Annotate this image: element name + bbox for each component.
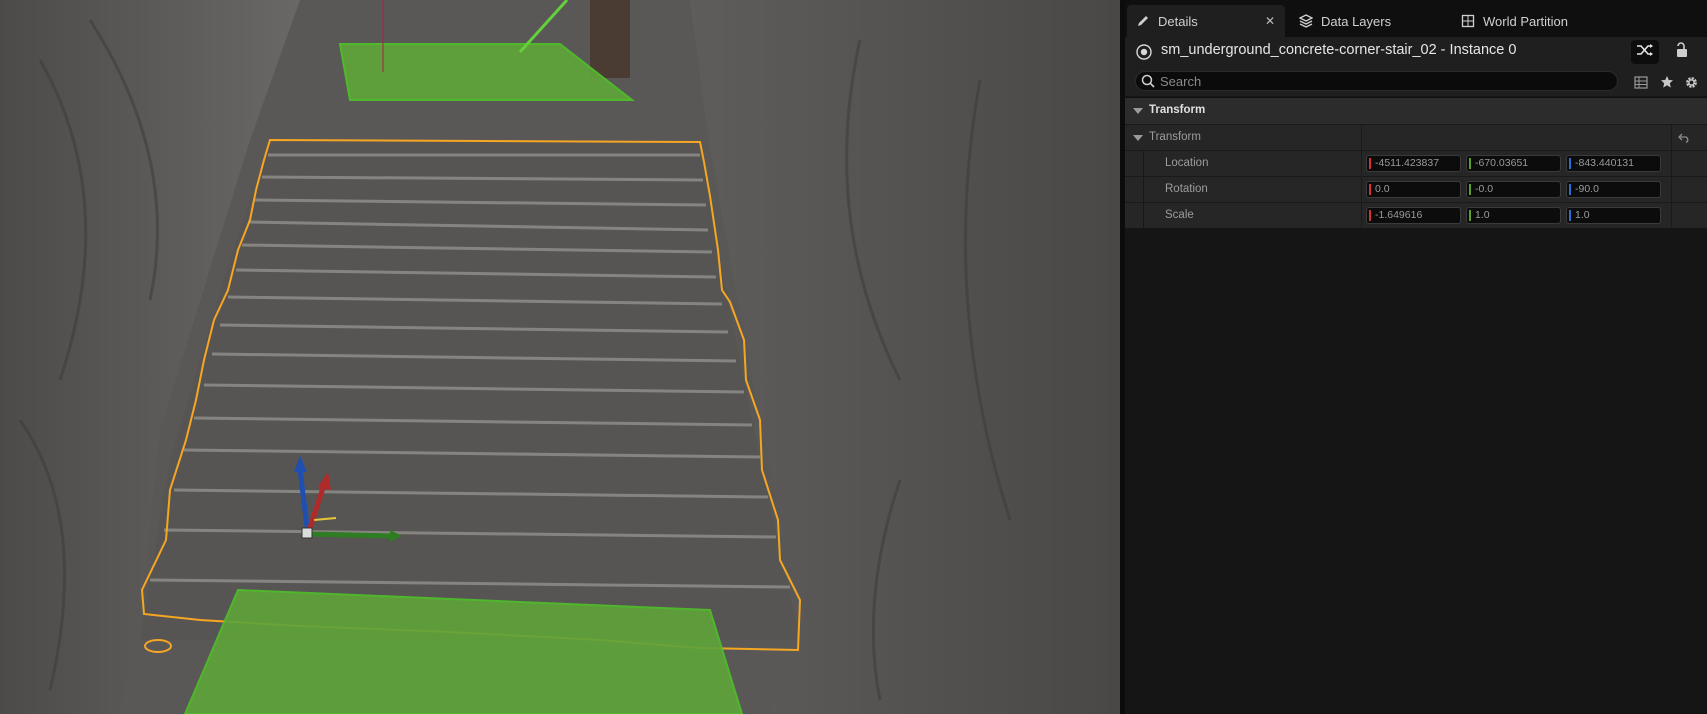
property-row-rotation: Rotation 0.0 -0.0 -90.0 <box>1125 176 1707 203</box>
scale-y-field[interactable]: 1.0 <box>1466 207 1561 224</box>
shuffle-icon <box>1636 43 1654 62</box>
panel-tab-bar: Details ✕ Data Layers World Partition <box>1125 0 1707 37</box>
search-icon <box>1141 74 1155 93</box>
unlock-icon <box>1675 41 1689 63</box>
property-row-scale: Scale -1.649616 1.0 1.0 <box>1125 202 1707 229</box>
property-label-scale: Scale <box>1165 209 1194 221</box>
rotation-x-field[interactable]: 0.0 <box>1366 181 1461 198</box>
viewport-scene <box>0 0 1120 714</box>
search-input[interactable] <box>1160 72 1600 90</box>
subsection-transform[interactable]: Transform <box>1125 124 1707 151</box>
level-viewport[interactable] <box>0 0 1120 714</box>
property-row-location: Location -4511.423837 -670.03651 -843.44… <box>1125 150 1707 177</box>
location-y-field[interactable]: -670.03651 <box>1466 155 1561 172</box>
reset-to-default-icon[interactable] <box>1673 129 1695 147</box>
actor-header: sm_underground_concrete-corner-stair_02 … <box>1125 37 1707 67</box>
actor-name: sm_underground_concrete-corner-stair_02 … <box>1161 42 1517 58</box>
lower-trigger-volume <box>183 588 744 714</box>
table-view-icon[interactable] <box>1632 73 1650 91</box>
search-row <box>1125 67 1707 96</box>
pencil-icon <box>1135 13 1151 29</box>
shuffle-button[interactable] <box>1631 40 1659 64</box>
tab-details[interactable]: Details ✕ <box>1127 5 1285 37</box>
chevron-down-icon[interactable] <box>1133 135 1143 141</box>
rotation-z-field[interactable]: -90.0 <box>1566 181 1661 198</box>
location-x-field[interactable]: -4511.423837 <box>1366 155 1461 172</box>
chevron-down-icon[interactable] <box>1133 108 1143 114</box>
grid-icon <box>1460 13 1476 29</box>
section-header-transform[interactable]: Transform <box>1125 97 1707 124</box>
lock-button[interactable] <box>1671 41 1693 63</box>
brick-pillar <box>590 0 630 78</box>
layers-icon <box>1298 13 1314 29</box>
details-panel: Details ✕ Data Layers World Partition sm… <box>1125 0 1707 714</box>
search-box[interactable] <box>1135 71 1618 91</box>
scale-z-field[interactable]: 1.0 <box>1566 207 1661 224</box>
property-label-rotation: Rotation <box>1165 183 1208 195</box>
star-icon[interactable] <box>1658 73 1676 91</box>
tab-world-partition[interactable]: World Partition <box>1452 5 1622 37</box>
tab-data-layers[interactable]: Data Layers <box>1290 5 1440 37</box>
tab-details-label: Details <box>1158 13 1198 29</box>
upper-trigger-volume <box>338 43 635 101</box>
property-label-location: Location <box>1165 157 1209 169</box>
section-title: Transform <box>1149 104 1206 116</box>
gear-icon[interactable] <box>1682 73 1700 91</box>
rotation-y-field[interactable]: -0.0 <box>1466 181 1561 198</box>
location-z-field[interactable]: -843.440131 <box>1566 155 1661 172</box>
tab-world-partition-label: World Partition <box>1483 13 1569 29</box>
close-icon[interactable]: ✕ <box>1265 14 1275 28</box>
subsection-label: Transform <box>1149 131 1201 143</box>
scale-x-field[interactable]: -1.649616 <box>1366 207 1461 224</box>
tab-data-layers-label: Data Layers <box>1321 13 1392 29</box>
actor-icon <box>1136 44 1152 65</box>
